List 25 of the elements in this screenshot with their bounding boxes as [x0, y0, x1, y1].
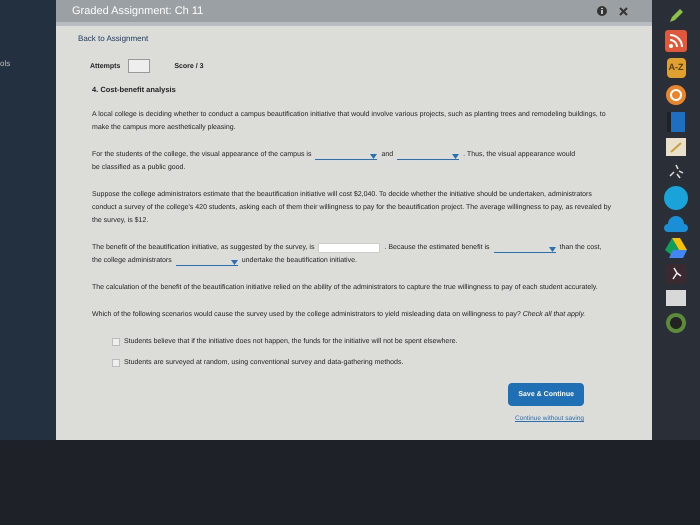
window-title: Graded Assignment: Ch 11 — [72, 4, 204, 19]
profile-icon[interactable] — [665, 312, 687, 334]
caret-icon — [230, 260, 238, 264]
ring-icon[interactable] — [665, 84, 687, 106]
info-icon[interactable] — [597, 6, 607, 16]
card-icon[interactable] — [666, 290, 686, 306]
attempts-field — [128, 59, 150, 73]
dock-label[interactable]: A-Z — [666, 58, 686, 78]
runner-icon[interactable] — [666, 264, 686, 284]
book-icon[interactable] — [667, 112, 685, 132]
caret-icon — [548, 246, 556, 252]
note-icon[interactable] — [666, 138, 686, 156]
pencil-icon[interactable] — [668, 8, 684, 24]
rail-label: ols — [0, 59, 10, 68]
back-link[interactable]: Back to Assignment — [78, 32, 148, 45]
input-field[interactable] — [318, 242, 380, 252]
circle-icon[interactable] — [664, 186, 688, 210]
triangle-icon[interactable] — [665, 238, 687, 258]
caret-icon — [452, 154, 460, 158]
rss-icon[interactable] — [665, 30, 687, 52]
caret-icon — [370, 154, 378, 158]
cloud-icon[interactable] — [664, 216, 688, 232]
option-checkbox[interactable] — [112, 358, 120, 366]
option-checkbox[interactable] — [112, 338, 120, 346]
close-icon[interactable] — [619, 6, 628, 16]
